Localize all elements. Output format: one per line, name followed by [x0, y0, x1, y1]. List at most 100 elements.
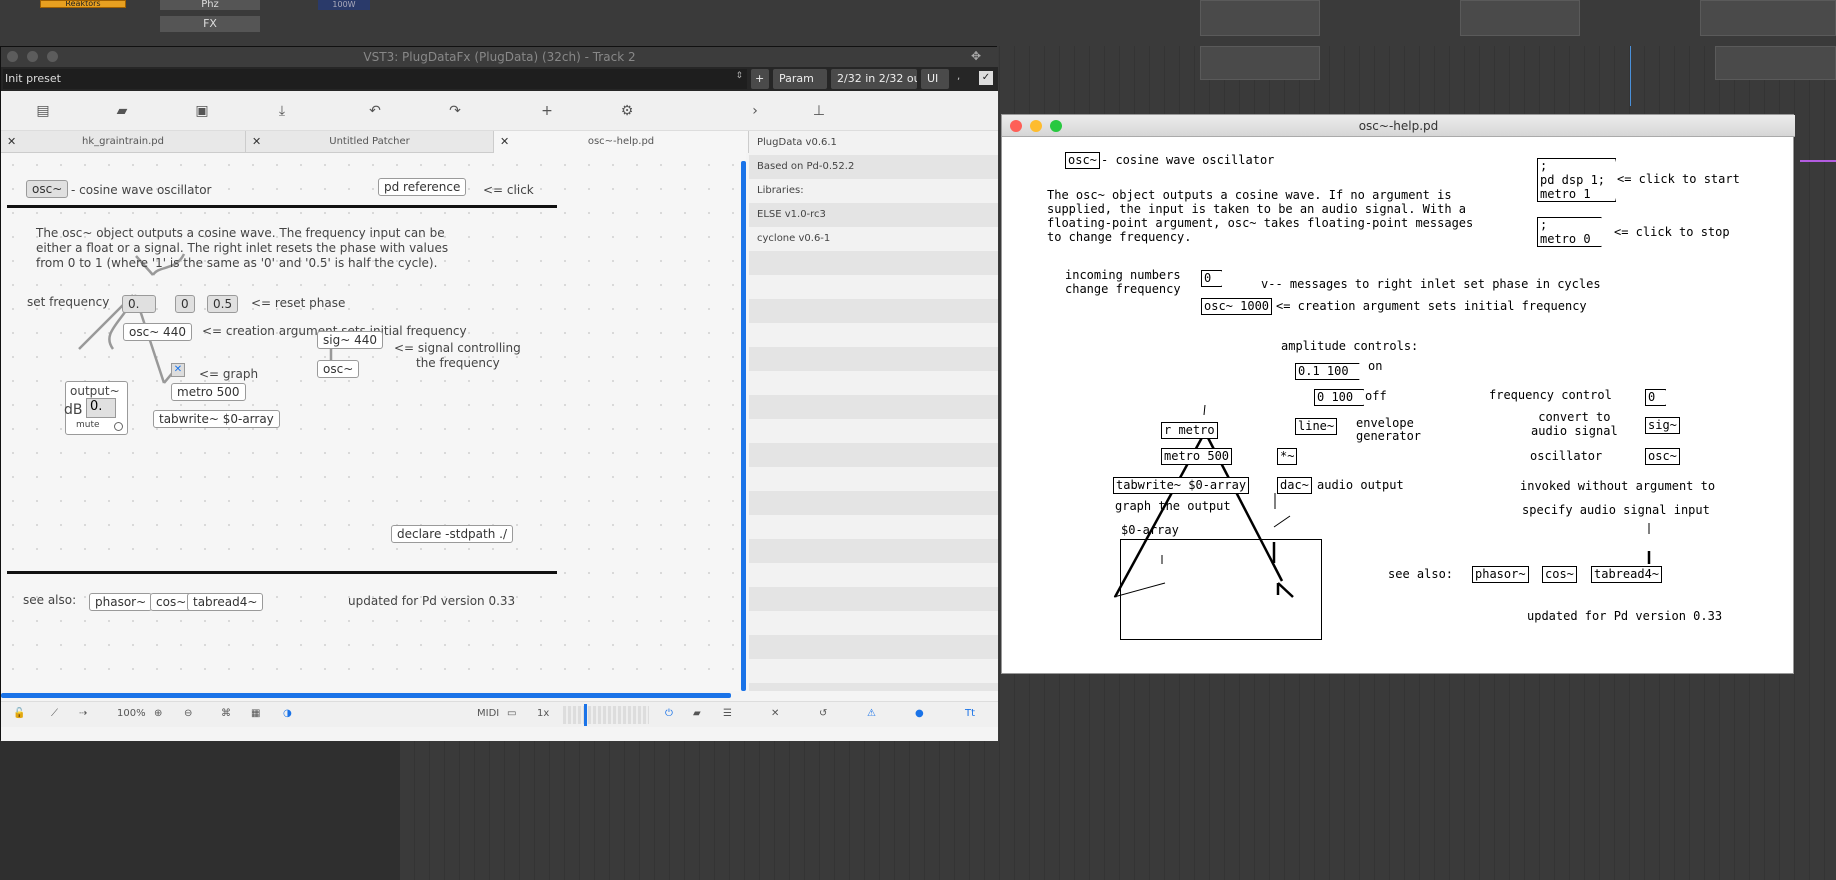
off-message[interactable]: 0 100 [1314, 389, 1364, 406]
daw-clip[interactable] [1460, 0, 1580, 36]
osc-object-2[interactable]: osc~ [317, 360, 360, 378]
pin-icon[interactable]: ⊥ [811, 103, 827, 119]
patch-canvas[interactable]: osc~ - cosine wave oscillator pd referen… [1, 153, 746, 691]
tabread4-object[interactable]: tabread4~ [187, 593, 264, 611]
vertical-scrollbar[interactable] [741, 161, 746, 691]
close-icon[interactable]: ✕ [500, 131, 509, 153]
dac-object[interactable]: dac~ [1277, 477, 1312, 494]
graph-output-note: graph the output [1115, 499, 1231, 513]
save-icon[interactable]: ▣ [194, 103, 210, 119]
sliders-icon[interactable]: ☰ [723, 708, 732, 719]
daw-clip[interactable] [1200, 0, 1320, 36]
horizontal-scrollbar[interactable] [1, 693, 731, 698]
param-button[interactable]: Param [773, 69, 827, 89]
number-box[interactable]: 0. [122, 295, 156, 313]
tab-osc-help[interactable]: ✕ osc~-help.pd [494, 131, 749, 153]
sig-440-object[interactable]: sig~ 440 [317, 331, 383, 349]
redo-icon[interactable]: ↷ [447, 103, 463, 119]
cos-object[interactable]: cos~ [1542, 566, 1577, 583]
on-message[interactable]: 0.1 100 [1295, 363, 1359, 380]
add-button[interactable]: + [751, 69, 769, 89]
chevron-right-icon[interactable]: › [747, 103, 763, 119]
undo-icon[interactable]: ↶ [367, 103, 383, 119]
osc-1000-object[interactable]: osc~ 1000 [1201, 298, 1273, 315]
level-meter [563, 706, 649, 724]
status-bar: 🔓 ⟋ ⇢ 100% ⊕ ⊖ ⌘ ▦ ◑ MIDI ▭ 1x ⏻ ▰ ☰ ✕ ↺… [1, 701, 998, 727]
io-button[interactable]: 2/32 in 2/32 out [831, 69, 917, 89]
save-as-icon[interactable]: ⤓ [274, 103, 290, 119]
grid-snap-icon[interactable]: ⌘ [221, 708, 231, 719]
zoom-in-icon[interactable]: ⊕ [154, 708, 162, 719]
number-box[interactable]: 0 [1201, 270, 1222, 287]
number-box-b[interactable]: 0 [1645, 389, 1666, 406]
pin-icon[interactable]: ✥ [971, 49, 981, 63]
tabread4-object[interactable]: tabread4~ [1591, 566, 1663, 583]
phase-message-0[interactable]: 0 [175, 295, 195, 313]
cos-object[interactable]: cos~ [150, 593, 193, 611]
sig-object[interactable]: sig~ [1645, 417, 1680, 434]
tab-untitled[interactable]: ✕ Untitled Patcher [246, 131, 494, 153]
power-icon[interactable]: ⏻ [665, 708, 673, 719]
metro-500-object[interactable]: metro 500 [1161, 448, 1233, 465]
settings-gear-icon[interactable]: ⚙ [619, 103, 635, 119]
help-title-bar[interactable]: osc~-help.pd [1002, 115, 1795, 137]
output-abstraction[interactable]: output~ dB 0. mute [64, 381, 128, 435]
theme-icon[interactable]: ◑ [283, 708, 292, 719]
restore-icon[interactable]: ↺ [819, 708, 827, 719]
daw-clip[interactable] [1700, 0, 1836, 36]
phasor-object[interactable]: phasor~ [89, 593, 153, 611]
grid-icon[interactable]: ▦ [251, 708, 260, 719]
zoom-out-icon[interactable]: ⊖ [184, 708, 192, 719]
close-icon[interactable]: ✕ [7, 131, 16, 153]
osc-object[interactable]: osc~ [26, 180, 69, 198]
sidebar-console[interactable]: PlugData v0.6.1 Based on Pd-0.52.2 Libra… [749, 131, 998, 691]
start-dsp-message[interactable]: ; pd dsp 1; metro 1 [1537, 158, 1616, 202]
text-size-icon[interactable]: Tt [965, 708, 975, 719]
preset-select[interactable]: Init preset ⇕ [3, 69, 747, 89]
add-object-icon[interactable]: + [539, 103, 555, 119]
r-metro-object[interactable]: r metro [1161, 422, 1218, 439]
osc-440-object[interactable]: osc~ 440 [123, 323, 192, 341]
console-line: ELSE v1.0-rc3 [757, 209, 826, 220]
lock-icon[interactable]: 🔓 [13, 708, 25, 719]
daw-phz-label[interactable]: Phz [160, 0, 260, 10]
mute-toggle[interactable] [114, 422, 123, 431]
multiply-object[interactable]: *~ [1277, 448, 1298, 465]
clear-icon[interactable]: ✕ [771, 708, 779, 719]
declare-object[interactable]: declare -stdpath ./ [391, 525, 514, 543]
daw-clip[interactable] [1200, 46, 1320, 80]
bang-toggle[interactable]: ✕ [171, 363, 185, 377]
warning-icon[interactable]: ⚠ [867, 708, 876, 719]
checkbox-icon[interactable]: ✓ [979, 71, 993, 85]
pd-reference-object[interactable]: pd reference [378, 178, 467, 196]
comma-icon[interactable]: , [957, 71, 960, 82]
tabwrite-object[interactable]: tabwrite~ $0-array [153, 410, 280, 428]
db-number-box[interactable]: 0. [86, 398, 116, 418]
daw-plugin-chip[interactable]: Reaktors [40, 0, 126, 8]
phasor-object[interactable]: phasor~ [1472, 566, 1529, 583]
connection-style-icon[interactable]: ⟋ [51, 708, 58, 719]
close-icon[interactable]: ✕ [252, 131, 261, 153]
tab-hk-graintrain[interactable]: ✕ hk_graintrain.pd [1, 131, 246, 153]
plugin-title-bar[interactable]: VST3: PlugDataFx (PlugData) (32ch) - Tra… [1, 47, 998, 67]
line-object[interactable]: line~ [1295, 418, 1338, 435]
message-icon[interactable]: ● [915, 708, 924, 719]
new-file-icon[interactable]: ▤ [35, 103, 51, 119]
array-graph[interactable] [1120, 539, 1322, 640]
metro-500-object[interactable]: metro 500 [171, 383, 246, 401]
output-label: output~ [70, 384, 120, 398]
osc-object-b[interactable]: osc~ [1645, 448, 1680, 465]
osc-object[interactable]: osc~ [1065, 152, 1100, 169]
phase-note: v-- messages to right inlet set phase in… [1261, 277, 1601, 291]
phase-message-05[interactable]: 0.5 [207, 295, 239, 313]
path-icon[interactable]: ⇢ [79, 708, 87, 719]
folder-icon[interactable]: ▰ [693, 708, 701, 719]
open-folder-icon[interactable]: ▰ [114, 103, 130, 119]
tabwrite-object[interactable]: tabwrite~ $0-array [1113, 477, 1250, 494]
ui-button[interactable]: UI [921, 69, 949, 89]
volume-slider-handle[interactable] [584, 704, 587, 726]
daw-clip[interactable] [1715, 46, 1836, 80]
stop-message[interactable]: ; metro 0 [1537, 217, 1601, 247]
daw-volume[interactable]: 100W [318, 0, 370, 10]
daw-fx-button[interactable]: FX [160, 16, 260, 32]
